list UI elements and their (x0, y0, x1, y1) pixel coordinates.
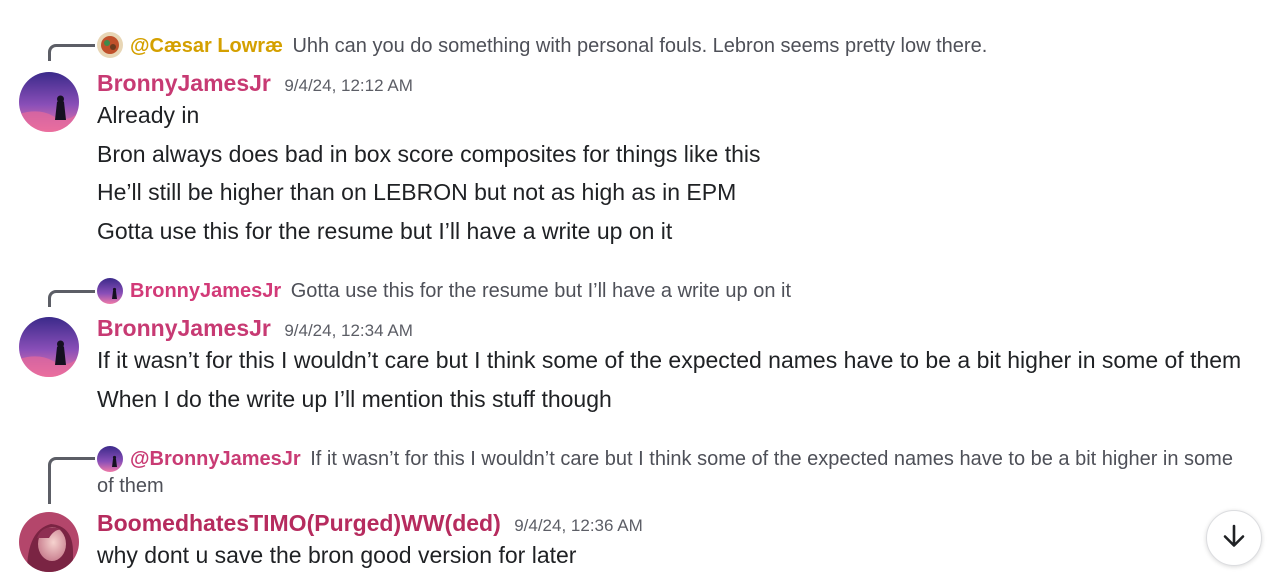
message-line: why dont u save the bron good version fo… (97, 542, 577, 568)
avatar[interactable] (19, 72, 79, 132)
scroll-to-bottom-button[interactable] (1206, 510, 1262, 566)
message-line: Already in (97, 102, 200, 128)
arrow-down-icon (1221, 523, 1247, 554)
reply-avatar[interactable] (97, 32, 123, 58)
message-line: Gotta use this for the resume but I’ll h… (97, 218, 673, 244)
reply-spine (48, 44, 95, 61)
reply-preview[interactable]: @BronnyJamesJr If it wasn’t for this I w… (97, 446, 1247, 500)
message-line: Bron always does bad in box score compos… (97, 141, 761, 167)
avatar[interactable] (19, 317, 79, 377)
message-line: If it wasn’t for this I wouldn’t care bu… (97, 347, 1242, 373)
reply-spine (48, 457, 95, 504)
message-header: BronnyJamesJr 9/4/24, 12:34 AM (97, 314, 413, 342)
chat-message-list: @Cæsar Lowræ Uhh can you do something wi… (0, 0, 1280, 584)
username[interactable]: BronnyJamesJr (97, 315, 271, 341)
reply-spine (48, 290, 95, 307)
username[interactable]: BoomedhatesTIMO(Purged)WW(ded) (97, 510, 501, 536)
message-header: BronnyJamesJr 9/4/24, 12:12 AM (97, 69, 413, 97)
timestamp: 9/4/24, 12:34 AM (284, 321, 413, 340)
avatar[interactable] (19, 512, 79, 572)
message-line: When I do the write up I’ll mention this… (97, 386, 612, 412)
reply-excerpt: Gotta use this for the resume but I’ll h… (290, 280, 792, 302)
timestamp: 9/4/24, 12:36 AM (514, 516, 643, 535)
message-header: BoomedhatesTIMO(Purged)WW(ded) 9/4/24, 1… (97, 509, 643, 537)
timestamp: 9/4/24, 12:12 AM (284, 76, 413, 95)
reply-author[interactable]: BronnyJamesJr (130, 280, 281, 302)
message-line: He’ll still be higher than on LEBRON but… (97, 179, 737, 205)
reply-author-mention[interactable]: @BronnyJamesJr (130, 448, 301, 470)
reply-author-mention[interactable]: @Cæsar Lowræ (130, 35, 283, 57)
reply-avatar[interactable] (97, 278, 123, 304)
username[interactable]: BronnyJamesJr (97, 70, 271, 96)
reply-excerpt: Uhh can you do something with personal f… (292, 35, 988, 57)
reply-preview[interactable]: @Cæsar Lowræ Uhh can you do something wi… (130, 33, 987, 60)
reply-preview[interactable]: BronnyJamesJr Gotta use this for the res… (130, 278, 791, 305)
